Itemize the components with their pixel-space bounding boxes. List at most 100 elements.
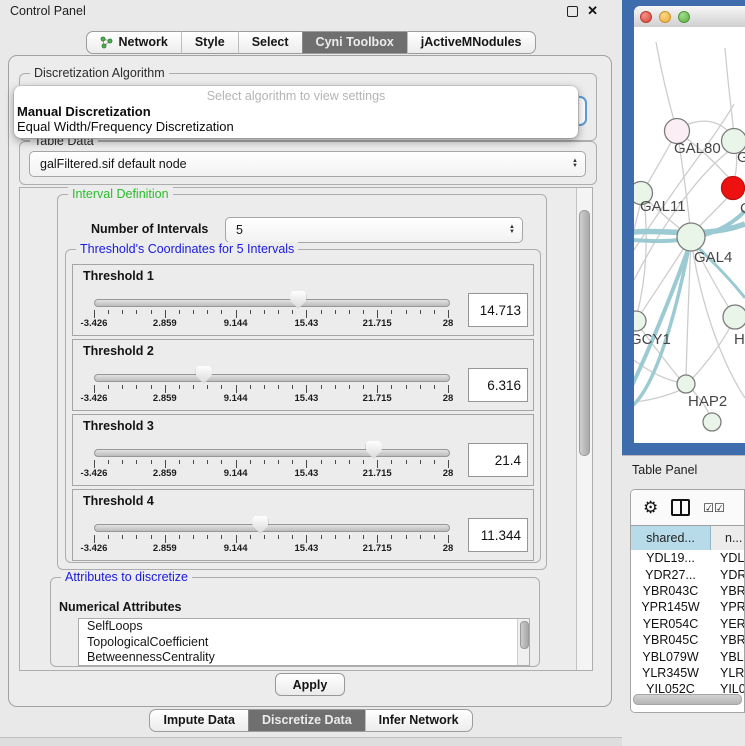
network-canvas[interactable]: GAL80 GA GAL11 GAL4 GCY1 H HAP2 C [634, 27, 745, 443]
table-row[interactable]: YLR345W YLR3 [631, 665, 744, 681]
table-panel: Table Panel ⚙ ☑☑ shared...n... YDL19... … [622, 455, 745, 746]
tab-cyni-toolbox[interactable]: Cyni Toolbox [302, 31, 407, 54]
attributes-group: Attributes to discretize Numerical Attri… [50, 577, 540, 667]
attributes-list-scrollbar[interactable] [517, 619, 529, 665]
threshold-slider[interactable]: -3.4262.8599.14415.4321.71528 [73, 415, 471, 485]
slider-tick-labels: -3.4262.8599.14415.4321.71528 [73, 393, 471, 404]
table-header-row: shared...n... [631, 525, 744, 551]
attributes-group-title: Attributes to discretize [61, 570, 192, 584]
tab-label: Network [118, 35, 167, 49]
tab-jactivemnodules[interactable]: jActiveMNodules [407, 31, 536, 54]
table-row[interactable]: YPR145W YPR1 [631, 599, 744, 615]
algorithm-dropdown-hint: Select algorithm to view settings [14, 89, 578, 104]
tab-label: Select [252, 35, 289, 49]
threshold-panel: Threshold 1 -3.4262.8599.14415.4321.7152… [72, 264, 534, 336]
table-horizontal-scrollbar[interactable] [633, 694, 742, 705]
network-view-window: GAL80 GA GAL11 GAL4 GCY1 H HAP2 C [634, 6, 745, 443]
gear-icon[interactable]: ⚙ [643, 499, 658, 516]
select-columns-icon[interactable]: ☑☑ [703, 501, 725, 515]
attribute-list-item[interactable]: SelfLoops [79, 619, 529, 635]
algorithm-option[interactable]: Manual Discretization [14, 104, 578, 119]
macos-close-icon[interactable] [640, 11, 652, 23]
cyni-toolbox-pane: Discretization Algorithm Select algorith… [8, 55, 612, 707]
attribute-list-item[interactable]: TopologicalCoefficient [79, 635, 529, 651]
control-panel-titlebar: Control Panel ✕ [0, 0, 622, 22]
node-partial[interactable] [703, 413, 721, 431]
split-columns-icon[interactable] [671, 499, 690, 516]
table-row[interactable]: YER054C YER0 [631, 616, 744, 632]
threshold-list: Threshold 1 -3.4262.8599.14415.4321.7152… [66, 264, 540, 561]
bottom-tab-bar: Impute Data Discretize Data Infer Networ… [0, 709, 622, 732]
node-label: GAL11 [640, 198, 686, 215]
node-gcy1[interactable] [634, 311, 646, 331]
threshold-panel: Threshold 2 -3.4262.8599.14415.4321.7152… [72, 339, 534, 411]
table-data-select[interactable]: galFiltered.sif default node ▲▼ [29, 151, 586, 177]
slider-track[interactable] [94, 449, 450, 457]
number-of-intervals-select[interactable]: 5 ▲▼ [225, 217, 523, 243]
close-icon[interactable]: ✕ [587, 6, 598, 16]
numerical-attributes-label: Numerical Attributes [59, 600, 181, 614]
slider-ticks [73, 310, 471, 318]
tab-style[interactable]: Style [181, 31, 238, 54]
node-label: HAP2 [688, 393, 727, 410]
node-hap2[interactable] [677, 375, 695, 393]
slider-track[interactable] [94, 524, 450, 532]
control-panel: Control Panel ✕ Network Style Select Cyn… [0, 0, 622, 745]
tab-network[interactable]: Network [86, 31, 180, 54]
table-panel-titlebar: Table Panel [622, 456, 745, 483]
node-label: GAL4 [694, 249, 732, 266]
slider-tick-labels: -3.4262.8599.14415.4321.71528 [73, 468, 471, 479]
algorithm-dropdown-popup: Select algorithm to view settings Manual… [14, 86, 578, 138]
numerical-attributes-list[interactable]: SelfLoopsTopologicalCoefficientBetweenne… [78, 618, 530, 666]
slider-ticks [73, 460, 471, 468]
tab-label: jActiveMNodules [421, 35, 522, 49]
table-row[interactable]: YBR045C YBR0 [631, 632, 744, 648]
table-row[interactable]: YBR043C YBR0 [631, 583, 744, 599]
tab-infer-network[interactable]: Infer Network [365, 709, 473, 732]
threshold-value-field[interactable]: 11.344 [468, 518, 528, 552]
interval-definition-group: Interval Definition Number of Intervals … [57, 194, 547, 570]
table-row[interactable]: YDL19... YDL1 [631, 550, 744, 566]
macos-zoom-icon[interactable] [678, 11, 690, 23]
tab-label: Impute Data [163, 713, 235, 727]
settings-vertical-scrollbar[interactable] [576, 188, 592, 670]
table-row[interactable]: YDR27... YDR2 [631, 566, 744, 582]
column-header-shared[interactable]: shared... [631, 526, 711, 550]
slider-track[interactable] [94, 299, 450, 307]
slider-track[interactable] [94, 374, 450, 382]
node-h[interactable] [723, 305, 745, 329]
tab-select[interactable]: Select [238, 31, 302, 54]
node-label: GA [737, 149, 745, 166]
number-of-intervals-label: Number of Intervals [91, 222, 208, 236]
threshold-slider[interactable]: -3.4262.8599.14415.4321.71528 [73, 490, 471, 560]
float-window-icon[interactable] [567, 6, 578, 17]
slider-tick-labels: -3.4262.8599.14415.4321.71528 [73, 318, 471, 329]
table-toolbar: ⚙ ☑☑ [631, 490, 744, 525]
threshold-value-field[interactable]: 14.713 [468, 293, 528, 327]
spinner-arrows-icon: ▲▼ [572, 152, 578, 176]
threshold-value-field[interactable]: 21.4 [468, 443, 528, 477]
tab-label: Infer Network [379, 713, 459, 727]
node-red[interactable] [722, 177, 745, 200]
slider-ticks [73, 535, 471, 543]
control-panel-title: Control Panel [10, 4, 86, 18]
column-header-n[interactable]: n... [711, 526, 744, 550]
spinner-arrows-icon: ▲▼ [509, 218, 515, 242]
thresholds-group: Threshold's Coordinates for 5 Intervals … [65, 249, 541, 563]
threshold-slider[interactable]: -3.4262.8599.14415.4321.71528 [73, 265, 471, 335]
threshold-panel: Threshold 4 -3.4262.8599.14415.4321.7152… [72, 489, 534, 561]
algorithm-option[interactable]: Equal Width/Frequency Discretization [14, 119, 578, 134]
table-row[interactable]: YBL079W YBL0 [631, 648, 744, 664]
node-label: GAL80 [674, 140, 721, 157]
apply-button[interactable]: Apply [275, 673, 345, 696]
algorithm-dropdown-list: Manual DiscretizationEqual Width/Frequen… [14, 104, 578, 134]
macos-minimize-icon[interactable] [659, 11, 671, 23]
node-gal4[interactable] [677, 223, 705, 251]
tab-discretize-data[interactable]: Discretize Data [248, 709, 365, 732]
network-icon [100, 36, 113, 49]
threshold-slider[interactable]: -3.4262.8599.14415.4321.71528 [73, 340, 471, 410]
attribute-list-item[interactable]: BetweennessCentrality [79, 650, 529, 666]
threshold-value-field[interactable]: 6.316 [468, 368, 528, 402]
tab-impute-data[interactable]: Impute Data [149, 709, 248, 732]
slider-ticks [73, 385, 471, 393]
